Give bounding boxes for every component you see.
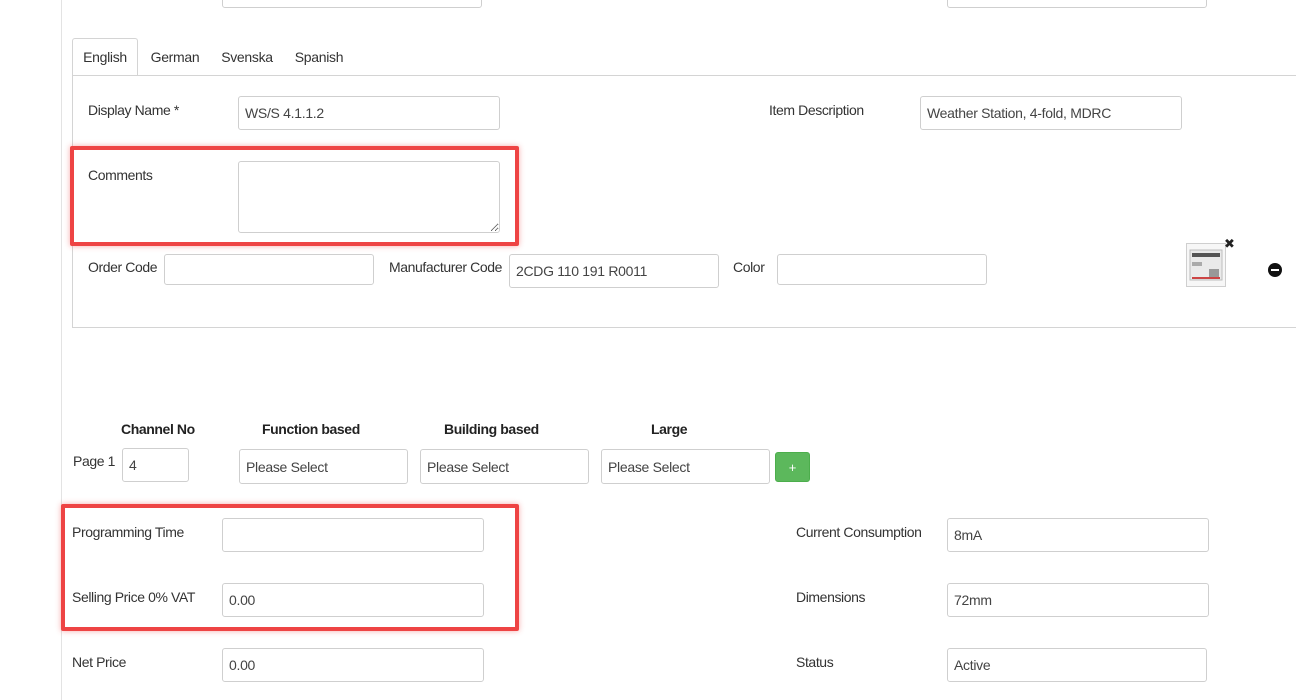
item-description-input[interactable]: Weather Station, 4-fold, MDRC [920, 96, 1182, 130]
order-code-input[interactable] [164, 254, 374, 285]
top-input-left[interactable] [222, 0, 482, 8]
channel-no-header: Channel No [121, 421, 195, 437]
display-name-input[interactable]: WS/S 4.1.1.2 [238, 96, 500, 130]
function-based-select[interactable]: Please Select [239, 449, 408, 484]
page-row-label: Page 1 [73, 453, 115, 469]
tab-spanish[interactable]: Spanish [290, 38, 348, 76]
comments-highlight [70, 146, 519, 246]
tab-english[interactable]: English [72, 38, 138, 76]
building-based-select[interactable]: Please Select [420, 449, 589, 484]
item-description-label: Item Description [769, 102, 864, 118]
order-code-label: Order Code [88, 259, 158, 275]
pricing-highlight [61, 504, 519, 631]
add-channel-button[interactable]: + [775, 452, 810, 482]
channel-no-input[interactable]: 4 [122, 448, 189, 482]
status-select[interactable]: Active [947, 648, 1207, 682]
color-input[interactable] [777, 254, 987, 285]
status-label: Status [796, 654, 834, 670]
dimensions-input[interactable]: 72mm [947, 583, 1209, 617]
function-based-header: Function based [262, 421, 360, 437]
net-price-input[interactable]: 0.00 [222, 648, 484, 682]
top-input-right[interactable] [947, 0, 1207, 8]
current-consumption-label: Current Consumption [796, 524, 922, 540]
tab-german[interactable]: German [144, 38, 206, 76]
large-select[interactable]: Please Select [601, 449, 770, 484]
manufacturer-code-label: Manufacturer Code [389, 259, 503, 275]
building-based-header: Building based [444, 421, 539, 437]
current-consumption-input[interactable]: 8mA [947, 518, 1209, 552]
large-header: Large [651, 421, 688, 437]
color-label: Color [733, 259, 765, 275]
display-name-label: Display Name * [88, 102, 179, 118]
tab-svenska[interactable]: Svenska [217, 38, 277, 76]
net-price-label: Net Price [72, 654, 126, 670]
product-thumbnail[interactable] [1186, 243, 1226, 287]
dimensions-label: Dimensions [796, 589, 866, 605]
remove-row-icon[interactable] [1268, 263, 1282, 277]
manufacturer-code-input[interactable]: 2CDG 110 191 R0011 [509, 254, 719, 288]
remove-image-icon[interactable]: ✖ [1224, 236, 1235, 252]
